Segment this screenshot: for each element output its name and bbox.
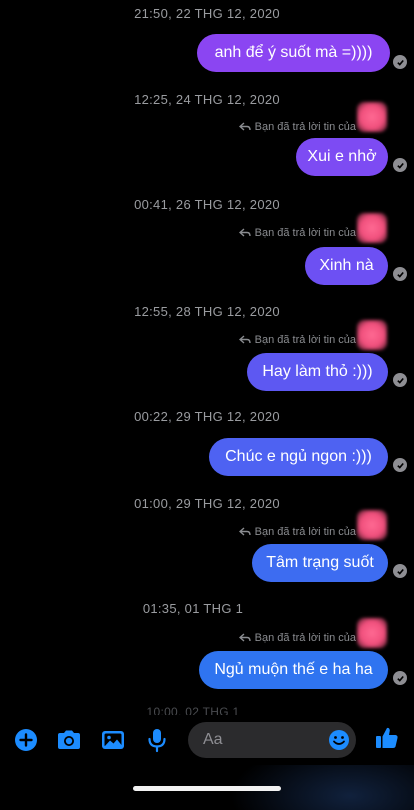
reply-indicator: Bạn đã trả lời tin của: [238, 632, 356, 644]
seen-check-icon: [393, 55, 407, 69]
camera-icon[interactable]: [56, 727, 82, 753]
seen-check-icon: [393, 267, 407, 281]
message-timestamp: 21:50, 22 THG 12, 2020: [134, 6, 280, 21]
redacted-avatar: [357, 102, 387, 132]
message-composer: Aa: [0, 715, 414, 765]
message-bubble[interactable]: anh để ý suốt mà =)))): [197, 34, 390, 72]
message-timestamp: 01:00, 29 THG 12, 2020: [134, 496, 280, 511]
message-timestamp: 12:55, 28 THG 12, 2020: [134, 304, 280, 319]
reply-arrow-icon: [238, 228, 251, 237]
seen-check-icon: [393, 158, 407, 172]
plus-icon[interactable]: [13, 727, 39, 753]
message-bubble[interactable]: Xui e nhở: [296, 138, 388, 176]
seen-check-icon: [393, 373, 407, 387]
message-input-placeholder: Aa: [203, 731, 223, 748]
conversation-thread: 21:50, 22 THG 12, 2020 anh để ý suốt mà …: [0, 0, 414, 719]
message-timestamp: 01:35, 01 THG 1: [142, 601, 244, 616]
message-timestamp: 12:25, 24 THG 12, 2020: [134, 92, 280, 107]
redacted-avatar: [357, 320, 387, 350]
reply-note: Bạn đã trả lời tin của: [254, 227, 356, 239]
seen-check-icon: [393, 564, 407, 578]
redacted-avatar: [357, 510, 387, 540]
redacted-avatar: [357, 618, 387, 648]
emoji-icon[interactable]: [328, 729, 350, 751]
message-bubble[interactable]: Tâm trạng suốt: [252, 544, 388, 582]
reply-indicator: Bạn đã trả lời tin của: [238, 334, 356, 346]
message-timestamp: 00:22, 29 THG 12, 2020: [134, 409, 280, 424]
message-bubble[interactable]: Xinh nà: [305, 247, 388, 285]
seen-check-icon: [393, 458, 407, 472]
reply-arrow-icon: [238, 633, 251, 642]
message-timestamp: 00:41, 26 THG 12, 2020: [134, 197, 280, 212]
reply-indicator: Bạn đã trả lời tin của: [238, 526, 356, 538]
reply-arrow-icon: [238, 122, 251, 131]
image-icon[interactable]: [100, 727, 126, 753]
message-bubble[interactable]: Chúc e ngủ ngon :))): [209, 438, 388, 476]
reply-note: Bạn đã trả lời tin của: [254, 121, 356, 133]
message-bubble[interactable]: Ngủ muộn thế e ha ha: [199, 651, 388, 689]
reply-note: Bạn đã trả lời tin của: [254, 526, 356, 538]
reply-note: Bạn đã trả lời tin của: [254, 632, 356, 644]
home-indicator[interactable]: [133, 786, 281, 791]
seen-check-icon: [393, 671, 407, 685]
message-bubble[interactable]: Hay làm thỏ :))): [247, 353, 388, 391]
thumbs-up-icon[interactable]: [374, 725, 400, 751]
redacted-avatar: [357, 213, 387, 243]
message-input[interactable]: Aa: [188, 722, 356, 758]
reply-arrow-icon: [238, 335, 251, 344]
reply-note: Bạn đã trả lời tin của: [254, 334, 356, 346]
mic-icon[interactable]: [144, 727, 170, 753]
reply-arrow-icon: [238, 527, 251, 536]
reply-indicator: Bạn đã trả lời tin của: [238, 121, 356, 133]
reply-indicator: Bạn đã trả lời tin của: [238, 227, 356, 239]
